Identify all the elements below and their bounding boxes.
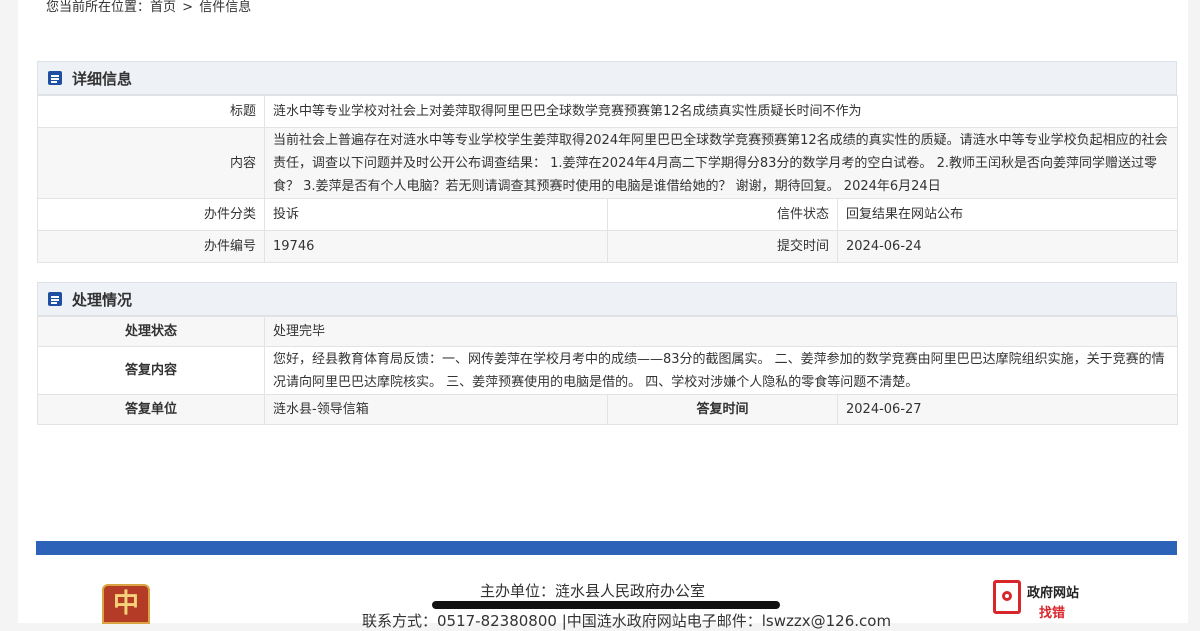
detail-row-content: 内容 当前社会上普遍存在对涟水中等专业学校学生姜萍取得2024年阿里巴巴全球数学… <box>37 127 1179 199</box>
number-label: 办件编号 <box>37 230 265 263</box>
breadcrumb-current: 信件信息 <box>199 0 252 15</box>
reply-label: 答复内容 <box>37 346 265 395</box>
content-label: 内容 <box>37 127 265 199</box>
process-section-header: 处理情况 <box>37 282 1177 316</box>
process-row-reply: 答复内容 您好，经县教育体育局反馈：一、网传姜萍在学校月考中的成绩——83分的截… <box>37 346 1179 395</box>
government-site-error-badge[interactable]: 政府网站 找错 <box>993 578 1093 622</box>
reply-value: 您好，经县教育体育局反馈：一、网传姜萍在学校月考中的成绩——83分的截图属实。 … <box>263 346 1179 395</box>
page-content: 您当前所在位置：首页 > 信件信息 详细信息 标题 涟水中等专业学校对社会上对姜… <box>18 0 1188 623</box>
time-value: 2024-06-27 <box>836 394 1179 425</box>
footer-contact: 联系方式：0517-82380800 |中国涟水政府网站电子邮件：lswzzx@… <box>362 612 892 630</box>
process-table: 处理状态 处理完毕 答复内容 您好，经县教育体育局反馈：一、网传姜萍在学校月考中… <box>37 316 1179 425</box>
search-magnifier-icon <box>993 580 1021 614</box>
emblem-logo-icon[interactable]: 中 <box>102 584 150 624</box>
category-value: 投诉 <box>264 198 608 231</box>
detail-row-title: 标题 涟水中等专业学校对社会上对姜萍取得阿里巴巴全球数学竞赛预赛第12名成绩真实… <box>37 95 1179 128</box>
submit-value: 2024-06-24 <box>836 230 1179 263</box>
content-value: 当前社会上普遍存在对涟水中等专业学校学生姜萍取得2024年阿里巴巴全球数学竞赛预… <box>263 127 1179 199</box>
emblem-logo-glyph: 中 <box>112 589 139 619</box>
unit-label: 答复单位 <box>37 394 265 425</box>
number-value: 19746 <box>264 230 608 263</box>
footer-host: 主办单位：涟水县人民政府办公室 <box>480 582 706 600</box>
badge-line1: 政府网站 <box>1027 586 1080 601</box>
state-value: 处理完毕 <box>263 316 1179 347</box>
process-row-unit: 答复单位 涟水县-领导信箱 答复时间 2024-06-27 <box>37 394 1179 425</box>
detail-section-header: 详细信息 <box>37 61 1177 95</box>
title-label: 标题 <box>37 95 265 128</box>
unit-value: 涟水县-领导信箱 <box>264 394 608 425</box>
submit-label: 提交时间 <box>607 230 838 263</box>
home-indicator <box>432 601 780 609</box>
badge-line2: 找错 <box>1039 606 1066 621</box>
time-label: 答复时间 <box>607 394 838 425</box>
category-label: 办件分类 <box>37 198 265 231</box>
breadcrumb: 您当前所在位置：首页 > 信件信息 <box>46 0 251 16</box>
detail-row-number: 办件编号 19746 提交时间 2024-06-24 <box>37 230 1179 263</box>
status-label: 信件状态 <box>607 198 838 231</box>
list-icon <box>48 71 62 85</box>
title-value: 涟水中等专业学校对社会上对姜萍取得阿里巴巴全球数学竞赛预赛第12名成绩真实性质疑… <box>263 95 1179 128</box>
breadcrumb-prefix: 您当前所在位置： <box>46 0 151 15</box>
process-section-title: 处理情况 <box>72 290 133 309</box>
list-icon <box>48 292 62 306</box>
process-row-state: 处理状态 处理完毕 <box>37 316 1179 347</box>
detail-row-category: 办件分类 投诉 信件状态 回复结果在网站公布 <box>37 198 1179 231</box>
status-value: 回复结果在网站公布 <box>836 198 1179 231</box>
breadcrumb-separator: > <box>182 0 194 15</box>
footer-bar <box>36 541 1177 555</box>
detail-table: 标题 涟水中等专业学校对社会上对姜萍取得阿里巴巴全球数学竞赛预赛第12名成绩真实… <box>37 95 1179 263</box>
detail-section-title: 详细信息 <box>72 69 133 88</box>
breadcrumb-home-link[interactable]: 首页 <box>150 0 176 15</box>
state-label: 处理状态 <box>37 316 265 347</box>
